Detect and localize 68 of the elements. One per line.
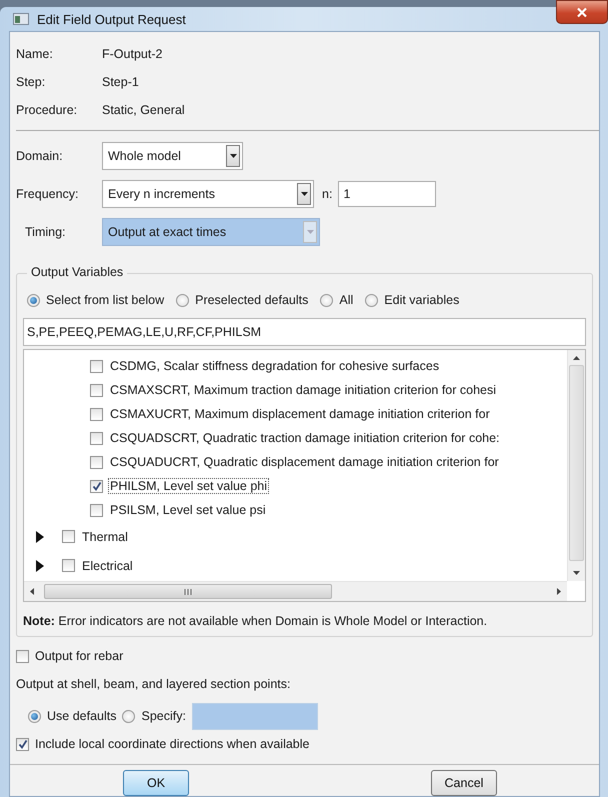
list-item-label[interactable]: CSQUADSCRT, Quadratic traction damage initiation criterion for cohe: [108,430,502,446]
specify-input-field[interactable] [192,702,318,730]
expand-arrow-icon[interactable] [36,560,44,572]
radio-label[interactable]: Preselected defaults [195,293,308,307]
radio-button[interactable] [320,294,334,306]
scroll-up-arrow-icon[interactable] [573,356,580,360]
checkbox[interactable] [90,432,103,444]
field-label: n: [322,187,332,201]
checkbox[interactable] [90,504,103,516]
n-input-field[interactable]: 1 [338,181,436,207]
radio-label[interactable]: Select from list below [46,293,164,307]
checkbox[interactable] [90,456,103,468]
note-text: Note: Error indicators are not available when Domain is Whole Model or Interaction. [23,614,488,628]
checkbox-label[interactable]: Include local coordinate directions when available [35,737,310,751]
field-value: Step-1 [102,75,139,89]
dropdown[interactable]: Output at exact times [102,218,320,246]
variables-input-field[interactable]: S,PE,PEEQ,PEMAG,LE,U,RF,CF,PHILSM [23,318,586,346]
field-label: Name: [16,47,54,61]
radio-label[interactable]: Edit variables [384,293,460,307]
dropdown[interactable]: Whole model [102,142,243,170]
window-title: Edit Field Output Request [37,12,186,26]
field-label: Frequency: [16,187,80,201]
checkbox[interactable] [62,559,75,572]
checkbox[interactable] [16,650,29,662]
radio-button[interactable] [176,294,190,306]
checkbox[interactable] [62,530,75,543]
radio-label[interactable]: Specify: [141,709,186,723]
checkbox[interactable] [16,738,29,750]
radio-button[interactable] [122,710,136,722]
scroll-right-arrow-icon[interactable] [557,588,561,595]
dialog-button[interactable]: OK [123,770,189,796]
field-label: Step: [16,75,46,89]
scroll-left-arrow-icon[interactable] [30,588,34,595]
list-item-label[interactable]: Electrical [80,558,135,574]
group-title: Output Variables [27,265,128,279]
field-label: Procedure: [16,103,78,117]
radio-label[interactable]: All [339,293,354,307]
field-value: F-Output-2 [102,47,162,61]
dropdown[interactable]: Every n increments [102,180,314,208]
close-button[interactable] [556,0,608,24]
list-item-label[interactable]: PSILSM, Level set value psi [108,502,268,518]
checkbox[interactable] [90,360,103,372]
close-icon [576,6,588,18]
section-label: Output at shell, beam, and layered section points: [16,676,292,693]
expand-arrow-icon[interactable] [36,530,44,542]
list-item-label[interactable]: Thermal [80,528,130,544]
list-item-label[interactable]: CSMAXUCRT, Maximum displacement damage initiation criterion for [108,406,492,422]
list-item-label[interactable]: CSDMG, Scalar stiffness degradation for cohesive surfaces [108,358,442,374]
checkbox-label[interactable]: Output for rebar [35,649,124,663]
checkbox[interactable] [90,408,103,420]
scroll-down-arrow-icon[interactable] [573,571,580,575]
radio-button[interactable] [365,294,378,306]
vertical-scrollbar[interactable] [567,350,585,581]
list-item-label[interactable]: CSMAXSCRT, Maximum traction damage initiation criterion for cohesi [108,382,498,398]
radio-button[interactable] [27,294,40,306]
field-label: Domain: [16,149,64,163]
horizontal-scrollbar[interactable] [24,581,567,601]
field-label: Timing: [25,225,67,239]
list-item-label[interactable]: PHILSM, Level set value phi [108,478,270,494]
list-item-label[interactable]: CSQUADUCRT, Quadratic displacement damage initiation criterion for [108,454,501,470]
checkbox[interactable] [90,480,103,492]
grip-icon [184,589,192,595]
checkbox[interactable] [90,384,103,396]
radio-button[interactable] [28,710,41,722]
radio-label[interactable]: Use defaults [47,709,116,723]
window-icon [13,13,29,25]
dialog-button[interactable]: Cancel [431,770,497,796]
field-value: Static, General [102,103,185,117]
